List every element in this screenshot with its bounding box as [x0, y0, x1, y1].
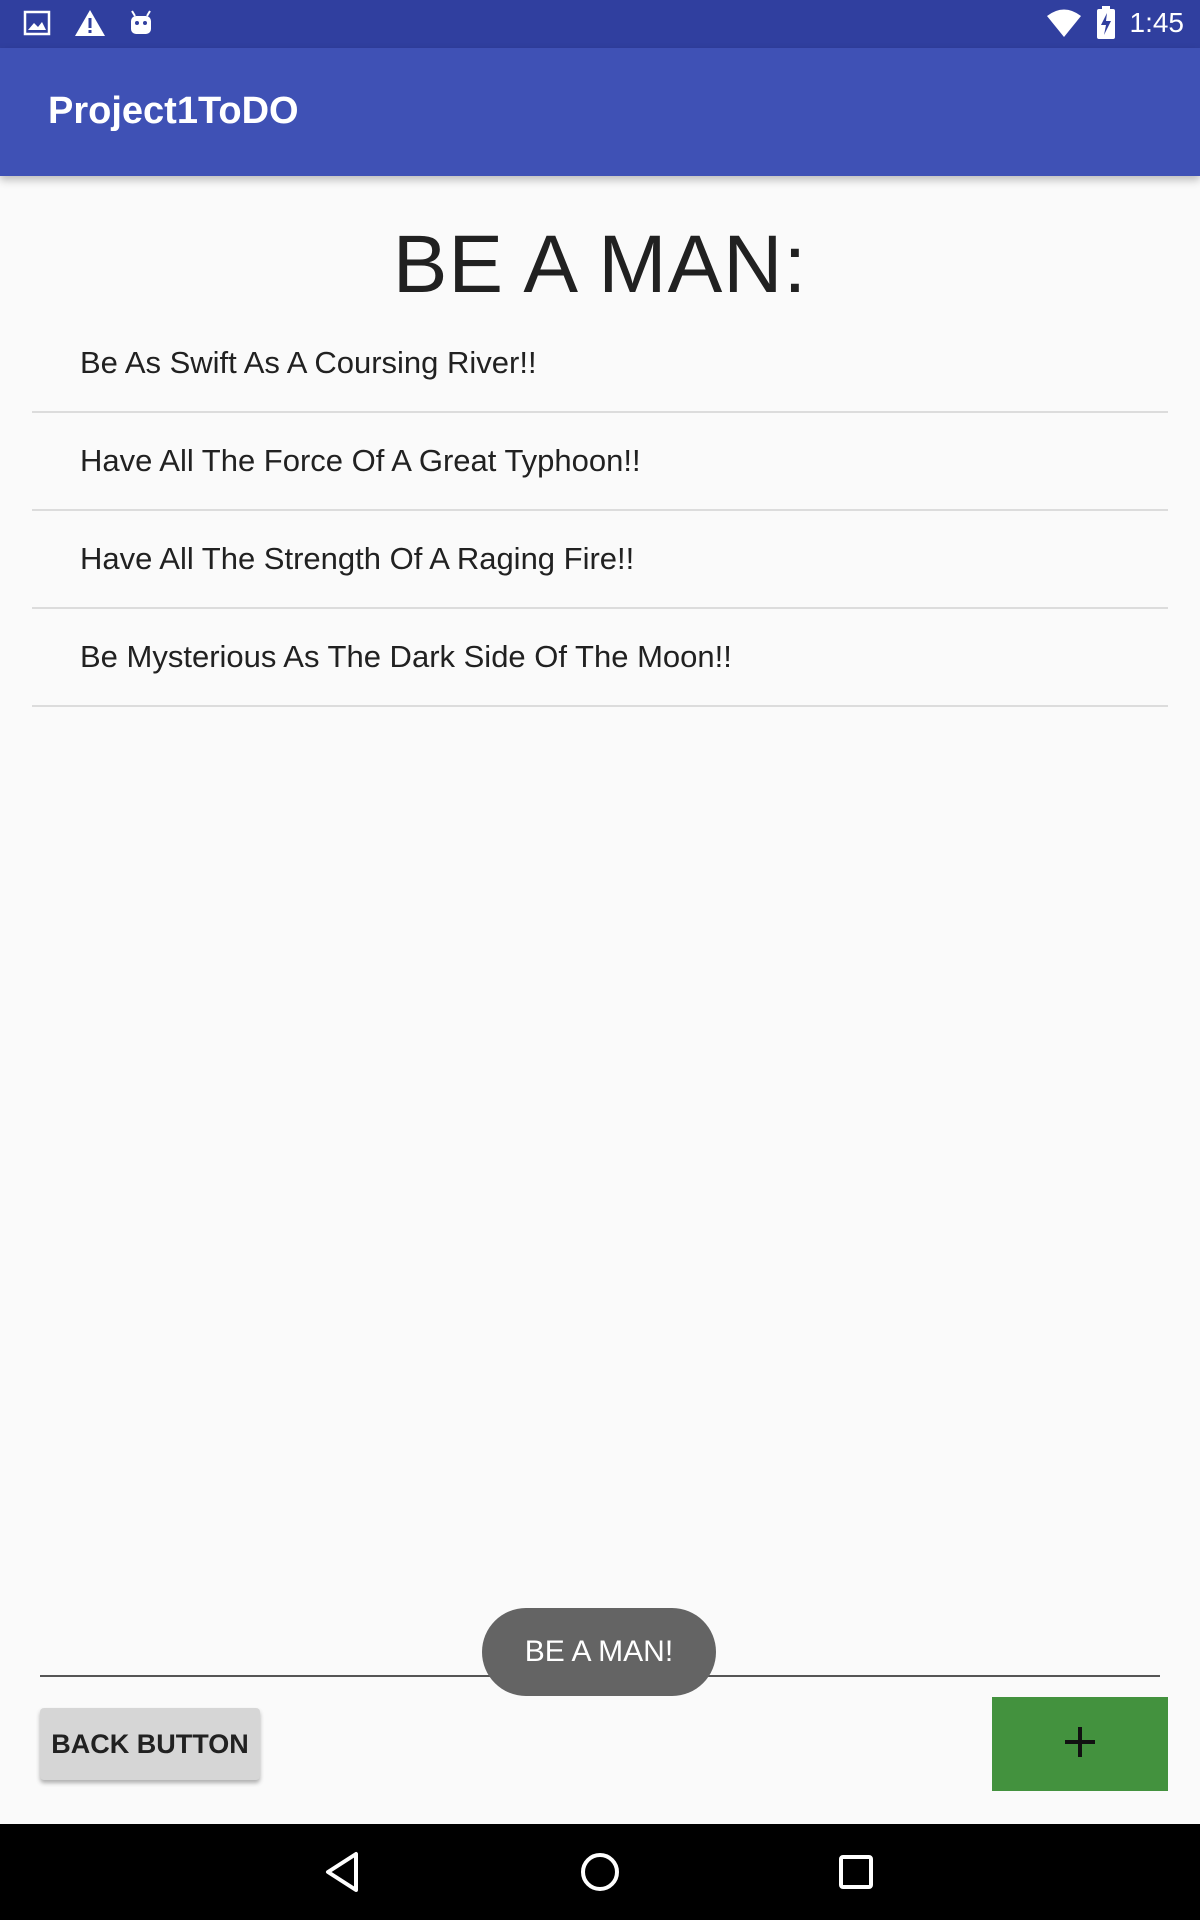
status-bar-time: 1:45 — [1129, 7, 1185, 38]
image-icon — [22, 8, 52, 38]
list-item[interactable]: Be As Swift As A Coursing River!! — [32, 315, 1168, 413]
navigation-bar — [0, 1824, 1200, 1920]
list-item[interactable]: Have All The Force Of A Great Typhoon!! — [32, 413, 1168, 511]
page-heading: BE A MAN: — [392, 219, 808, 310]
wifi-icon — [1046, 7, 1082, 39]
home-circle-icon[interactable] — [574, 1846, 626, 1898]
list-item[interactable]: Have All The Strength Of A Raging Fire!! — [32, 511, 1168, 609]
plus-icon — [1062, 1724, 1098, 1765]
list-item-text: Have All The Force Of A Great Typhoon!! — [80, 443, 641, 478]
status-bar: 1:45 — [0, 0, 1200, 48]
app-bar: Project1ToDO — [0, 48, 1200, 176]
toast-text: BE A MAN! — [524, 1635, 674, 1668]
android-icon — [126, 8, 156, 38]
list-item[interactable]: Be Mysterious As The Dark Side Of The Mo… — [32, 609, 1168, 707]
battery-charging-icon — [1096, 6, 1116, 40]
app-title: Project1ToDO — [48, 90, 299, 132]
list-item-text: Have All The Strength Of A Raging Fire!! — [80, 541, 635, 576]
toast-message: BE A MAN! — [482, 1608, 716, 1696]
back-triangle-icon[interactable] — [318, 1846, 370, 1898]
warning-icon — [74, 8, 105, 38]
back-button[interactable]: BACK BUTTON — [40, 1708, 260, 1780]
todo-list: Be As Swift As A Coursing River!! Have A… — [32, 315, 1168, 707]
list-item-text: Be As Swift As A Coursing River!! — [80, 345, 537, 380]
recents-square-icon[interactable] — [830, 1846, 882, 1898]
add-item-button[interactable] — [992, 1697, 1168, 1791]
screen: 1:45 Project1ToDO BE A MAN: Be As Swift … — [0, 0, 1200, 1920]
status-bar-system: 1:45 — [1046, 6, 1185, 40]
back-button-label: BACK BUTTON — [51, 1728, 249, 1759]
status-bar-notifications — [22, 8, 156, 38]
list-item-text: Be Mysterious As The Dark Side Of The Mo… — [80, 639, 732, 674]
